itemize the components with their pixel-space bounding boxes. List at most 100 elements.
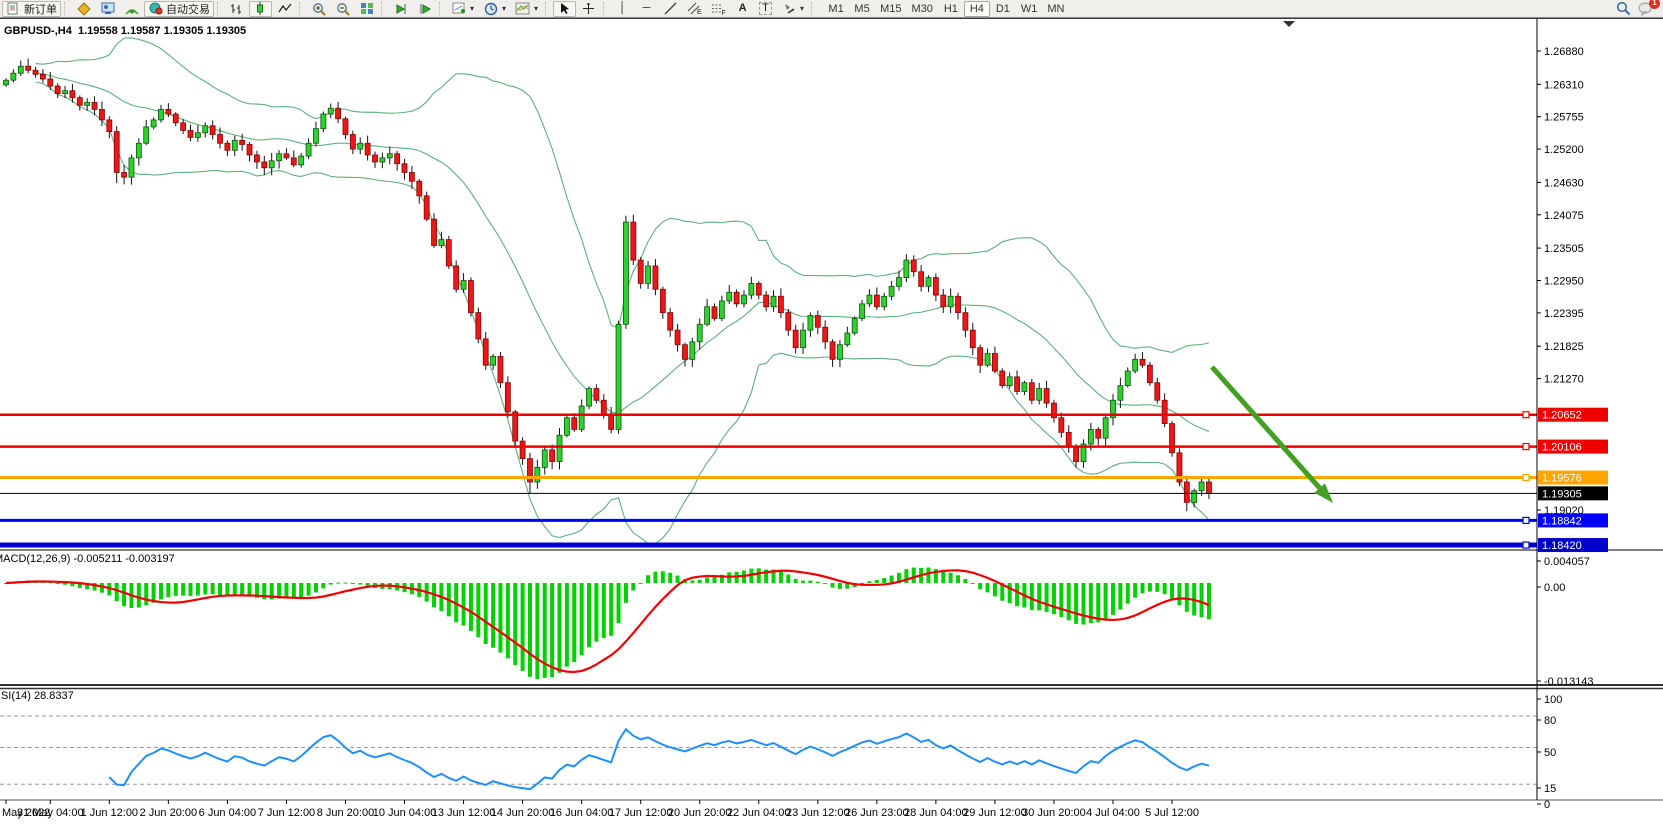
text-label-icon: T xyxy=(759,2,772,15)
search-icon[interactable] xyxy=(1616,2,1631,16)
chart-canvas[interactable]: 1.268801.263101.257551.252001.246301.240… xyxy=(0,19,1663,825)
auto-scroll-icon xyxy=(393,2,408,16)
monitor-person-icon xyxy=(100,2,115,16)
signals-button[interactable] xyxy=(120,1,143,17)
candlestick-mode-button[interactable] xyxy=(249,1,272,17)
horizontal-line-tool-button[interactable]: ─ xyxy=(635,1,658,17)
vertical-line-tool-button[interactable]: │ xyxy=(611,1,634,17)
chart-area: 1.268801.263101.257551.252001.246301.240… xyxy=(0,19,1663,825)
periods-button[interactable]: ▾ xyxy=(479,1,510,17)
svg-text:1.19576: 1.19576 xyxy=(1542,473,1582,485)
separator xyxy=(439,2,444,16)
timeframe-button-m1[interactable]: M1 xyxy=(823,1,849,17)
separator xyxy=(603,2,608,16)
timeframe-button-m5[interactable]: M5 xyxy=(849,1,875,17)
chart-shift-button[interactable] xyxy=(413,1,436,17)
chevron-down-icon: ▾ xyxy=(800,4,804,13)
timeframe-group: M1M5M15M30H1H4D1W1MN xyxy=(823,1,1069,17)
svg-text:13 Jun 12:00: 13 Jun 12:00 xyxy=(432,807,496,819)
timeframe-button-mn[interactable]: MN xyxy=(1042,1,1069,17)
svg-text:1.19305: 1.19305 xyxy=(1542,488,1582,500)
svg-text:1.18842: 1.18842 xyxy=(1542,515,1582,527)
svg-text:31 May 04:00: 31 May 04:00 xyxy=(17,807,84,819)
auto-trading-button[interactable]: 自动交易 xyxy=(144,1,214,17)
terminal-button[interactable] xyxy=(96,1,119,17)
svg-text:10 Jun 04:00: 10 Jun 04:00 xyxy=(373,807,437,819)
zoom-in-icon xyxy=(311,2,326,16)
bar-chart-mode-button[interactable] xyxy=(225,1,248,17)
svg-text:2 Jun 20:00: 2 Jun 20:00 xyxy=(140,807,198,819)
macd-signal-line xyxy=(6,570,1209,672)
line-chart-mode-button[interactable] xyxy=(273,1,296,17)
svg-text:1.20106: 1.20106 xyxy=(1542,442,1582,454)
macd-indicator-label: MACD(12,26,9) -0.005211 -0.003197 xyxy=(0,553,175,565)
arrows-tool-button[interactable]: ▾ xyxy=(777,1,808,17)
horizontal-line-icon: ─ xyxy=(639,2,654,16)
svg-text:1.20652: 1.20652 xyxy=(1542,410,1582,422)
timeframe-button-h1[interactable]: H1 xyxy=(938,1,964,17)
timeframe-button-d1[interactable]: D1 xyxy=(990,1,1016,17)
svg-text:1 Jun 12:00: 1 Jun 12:00 xyxy=(81,807,139,819)
zoom-out-button[interactable] xyxy=(331,1,354,17)
text-tool-button[interactable]: A xyxy=(731,1,754,17)
horizontal-lines[interactable] xyxy=(0,367,1537,548)
timeframe-button-m15[interactable]: M15 xyxy=(875,1,906,17)
separator xyxy=(381,2,386,16)
svg-text:1.25755: 1.25755 xyxy=(1544,112,1584,124)
line-chart-icon xyxy=(277,2,292,16)
chevron-down-icon: ▾ xyxy=(534,4,538,13)
svg-text:7 Jun 12:00: 7 Jun 12:00 xyxy=(258,807,316,819)
svg-text:28 Jun 04:00: 28 Jun 04:00 xyxy=(904,807,968,819)
svg-text:1.21270: 1.21270 xyxy=(1544,374,1584,386)
svg-text:0: 0 xyxy=(1544,799,1550,811)
auto-scroll-button[interactable] xyxy=(389,1,412,17)
fibonacci-icon: F xyxy=(711,2,726,16)
svg-text:5 Jul 12:00: 5 Jul 12:00 xyxy=(1145,807,1199,819)
text-label-tool-button[interactable]: T xyxy=(755,1,776,17)
timeframe-button-m30[interactable]: M30 xyxy=(906,1,937,17)
cursor-arrow-icon xyxy=(557,2,572,16)
chat-notification-icon[interactable]: 1 xyxy=(1637,2,1655,16)
svg-text:15: 15 xyxy=(1544,783,1556,795)
templates-button[interactable]: ▾ xyxy=(511,1,542,17)
cursor-tool-button[interactable] xyxy=(553,1,576,17)
add-indicator-button[interactable]: ▾ xyxy=(447,1,478,17)
svg-text:8 Jun 20:00: 8 Jun 20:00 xyxy=(317,807,375,819)
rsi-line xyxy=(109,729,1209,789)
trend-arrow[interactable] xyxy=(1212,367,1320,488)
zoom-in-button[interactable] xyxy=(307,1,330,17)
new-order-button[interactable]: 新订单 xyxy=(2,1,61,17)
clock-icon xyxy=(483,2,498,16)
candlestick-icon xyxy=(253,2,268,16)
tile-windows-button[interactable] xyxy=(355,1,378,17)
market-watch-button[interactable] xyxy=(72,1,95,17)
separator xyxy=(545,2,550,16)
trendline-tool-button[interactable] xyxy=(659,1,682,17)
zoom-out-icon xyxy=(335,2,350,16)
svg-text:0.004057: 0.004057 xyxy=(1544,556,1590,568)
svg-text:6 Jun 04:00: 6 Jun 04:00 xyxy=(199,807,257,819)
auto-trading-label: 自动交易 xyxy=(166,1,210,17)
template-icon xyxy=(515,2,530,16)
timeframe-button-w1[interactable]: W1 xyxy=(1016,1,1043,17)
crosshair-icon xyxy=(581,2,596,16)
candles xyxy=(4,21,1296,511)
separator xyxy=(811,2,816,16)
crosshair-tool-button[interactable] xyxy=(577,1,600,17)
timeframe-button-h4[interactable]: H4 xyxy=(964,1,990,17)
mt4-window: 新订单 自动交易 xyxy=(0,0,1663,825)
new-order-label: 新订单 xyxy=(24,1,57,17)
svg-text:50: 50 xyxy=(1544,747,1556,759)
time-axis: May 202231 May 04:001 Jun 12:002 Jun 20:… xyxy=(2,800,1199,819)
svg-text:29 Jun 12:00: 29 Jun 12:00 xyxy=(963,807,1027,819)
svg-text:1.25200: 1.25200 xyxy=(1544,144,1584,156)
svg-text:1.22950: 1.22950 xyxy=(1544,276,1584,288)
auto-trading-icon xyxy=(148,2,163,16)
svg-text:16 Jun 04:00: 16 Jun 04:00 xyxy=(550,807,614,819)
channel-tool-button[interactable]: E xyxy=(683,1,706,17)
svg-text:E: E xyxy=(697,9,702,15)
fibonacci-tool-button[interactable]: F xyxy=(707,1,730,17)
separator xyxy=(64,2,69,16)
separator xyxy=(299,2,304,16)
svg-text:-0.013143: -0.013143 xyxy=(1544,676,1594,688)
